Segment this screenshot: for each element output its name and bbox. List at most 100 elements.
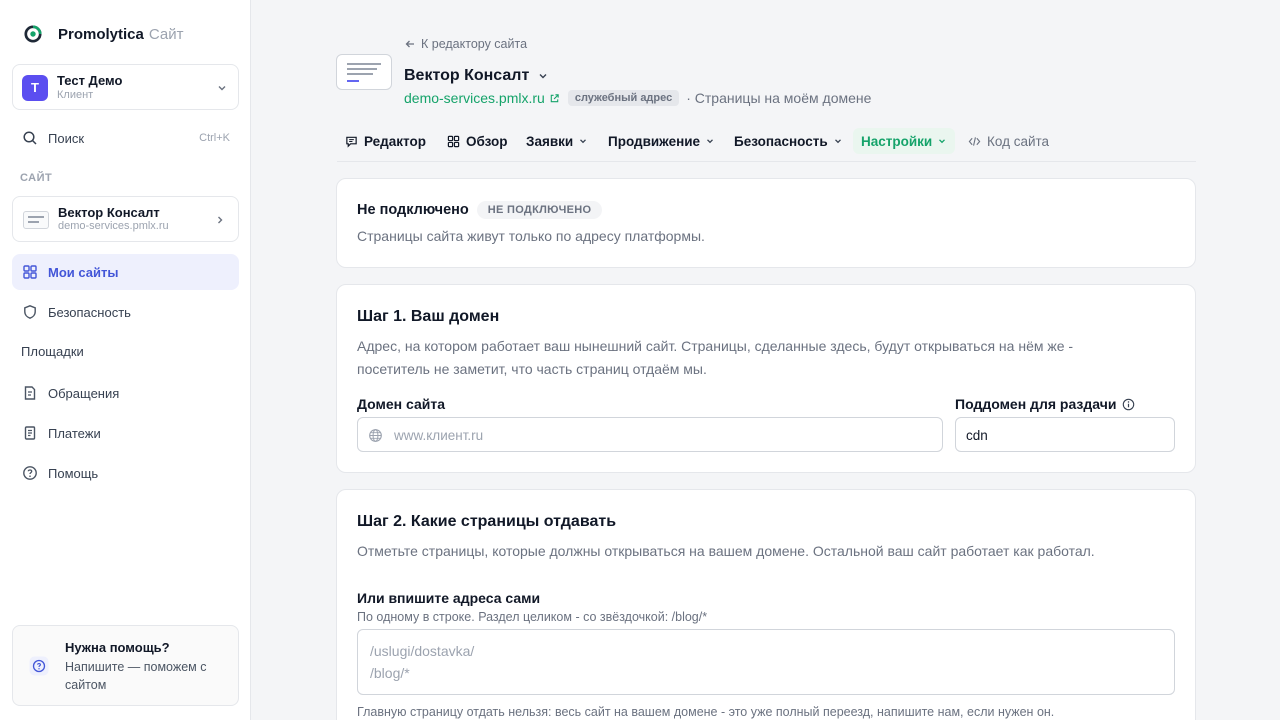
subdomain-field-label: Поддомен для раздачи (955, 396, 1135, 412)
help-card[interactable]: Нужна помощь? Напишите — поможем с сайто… (12, 625, 239, 706)
step1-domain-card: Шаг 1. Ваш домен Адрес, на котором работ… (336, 284, 1196, 473)
domain-field-label: Домен сайта (357, 396, 445, 412)
domain-input-placeholder: www.клиент.ru (394, 428, 484, 443)
grid-icon (23, 265, 37, 279)
sidebar-item-security[interactable]: Безопасность (12, 294, 239, 330)
manual-paths-hint: По одному в строке. Раздел целиком - со … (357, 610, 708, 624)
domain-row: demo-services.pmlx.ru служебный адрес · … (404, 90, 871, 106)
help-circle-icon (29, 656, 49, 676)
domain-input[interactable]: www.клиент.ru (357, 417, 943, 452)
site-url: demo-services.pmlx.ru (58, 220, 169, 232)
document-icon (24, 386, 36, 400)
sidebar-item-label: Помощь (48, 466, 99, 481)
brand-suffix: Сайт (148, 25, 184, 43)
textarea-placeholder-line: /blog/* (370, 665, 410, 681)
help-circle-icon (23, 466, 37, 480)
avatar: Т (22, 75, 48, 101)
brand-name: Promolytica (58, 25, 144, 43)
status-title: Не подключено (357, 202, 469, 218)
account-role: Клиент (57, 89, 94, 101)
status-badge: НЕ ПОДКЛЮЧЕНО (476, 201, 603, 219)
sidebar-item-platforms[interactable]: Площадки (21, 344, 84, 359)
section-label-site: САЙТ (20, 172, 53, 184)
arrow-left-icon (405, 40, 414, 48)
info-icon[interactable] (1122, 398, 1135, 411)
back-to-editor-link[interactable]: К редактору сайта (404, 37, 527, 51)
tab-label: Продвижение (608, 133, 701, 149)
tab-label: Безопасность (734, 133, 828, 149)
homepage-footnote: Главную страницу отдать нельзя: весь сай… (357, 705, 1055, 719)
tab-label: Настройки (861, 133, 933, 149)
search-icon (23, 131, 37, 145)
search-shortcut: Ctrl+K (199, 132, 230, 144)
tab-requests[interactable]: Заявки (518, 128, 596, 154)
account-switcher[interactable]: Т Тест Демо Клиент (12, 64, 239, 110)
tab-security[interactable]: Безопасность (726, 128, 851, 154)
subdomain-field-label-text: Поддомен для раздачи (955, 396, 1117, 412)
chevron-down-icon (539, 74, 547, 79)
receipt-icon (24, 426, 36, 440)
back-link-label: К редактору сайта (421, 37, 528, 51)
tab-promotion[interactable]: Продвижение (600, 128, 723, 154)
sidebar-item-label: Мои сайты (48, 265, 119, 280)
tab-label: Заявки (526, 133, 574, 149)
connection-status-card: Не подключено НЕ ПОДКЛЮЧЕНО Страницы сай… (336, 178, 1196, 268)
tab-label: Код сайта (987, 133, 1050, 149)
domain-field-label-text: Домен сайта (357, 396, 445, 412)
chevron-right-icon (218, 216, 223, 224)
site-switcher[interactable]: Вектор Консалт (404, 67, 549, 85)
chevron-down-icon (218, 86, 226, 91)
chevron-down-icon (834, 139, 841, 144)
brand-logo-icon (24, 25, 42, 43)
sidebar-item-payments[interactable]: Платежи (12, 415, 239, 451)
shield-icon (24, 305, 36, 319)
search-button[interactable]: Поиск Ctrl+K (12, 124, 239, 152)
chat-icon (346, 136, 357, 148)
sidebar-item-label: Безопасность (48, 305, 131, 320)
status-description: Страницы сайта живут только по адресу пл… (357, 228, 705, 244)
sidebar-item-help[interactable]: Помощь (12, 455, 239, 491)
page-title: Вектор Консалт (404, 67, 530, 84)
domain-extra: · Страницы на моём домене (686, 90, 872, 106)
step2-pages-card: Шаг 2. Какие страницы отдавать Отметьте … (336, 489, 1196, 720)
current-site-card[interactable]: Вектор Консалт demo-services.pmlx.ru (12, 196, 239, 242)
help-title: Нужна помощь? (65, 640, 170, 655)
sidebar-item-my-sites[interactable]: Мои сайты (12, 254, 239, 290)
status-row: Не подключено НЕ ПОДКЛЮЧЕНО (357, 201, 603, 219)
subdomain-input[interactable]: cdn (955, 417, 1175, 452)
sidebar-item-label: Платежи (48, 426, 101, 441)
step2-description: Отметьте страницы, которые должны открыв… (357, 543, 1095, 559)
tab-label: Обзор (466, 133, 508, 149)
tab-overview[interactable]: Обзор (439, 128, 516, 154)
tab-label: Редактор (364, 133, 426, 149)
search-label: Поиск (48, 131, 85, 146)
sidebar-item-requests[interactable]: Обращения (12, 375, 239, 411)
help-text: Напишите — поможем с сайтом (65, 660, 207, 692)
grid-icon (447, 135, 460, 147)
site-tabs: Редактор Обзор Заявки Продвижение Безопа… (337, 126, 1196, 162)
site-domain-link[interactable]: demo-services.pmlx.ru (404, 90, 545, 106)
tab-settings[interactable]: Настройки (853, 128, 956, 154)
tab-editor[interactable]: Редактор (337, 128, 434, 154)
globe-icon (369, 429, 382, 442)
chevron-down-icon (707, 139, 714, 144)
manual-paths-label: Или впишите адреса сами (357, 590, 540, 606)
sidebar-item-label: Обращения (48, 386, 120, 401)
subdomain-input-value: cdn (966, 428, 988, 443)
external-link-icon[interactable] (549, 93, 560, 104)
site-thumbnail (23, 211, 49, 229)
chevron-down-icon (580, 139, 587, 144)
step1-title: Шаг 1. Ваш домен (357, 308, 500, 325)
manual-paths-textarea[interactable]: /uslugi/dostavka/ /blog/* (357, 629, 1175, 695)
chevron-down-icon (939, 139, 946, 144)
step1-description: Адрес, на котором работает ваш нынешний … (357, 338, 1074, 377)
account-name: Тест Демо (57, 73, 123, 88)
tab-site-code[interactable]: Код сайта (960, 128, 1057, 154)
site-preview-thumbnail[interactable] (336, 54, 392, 90)
manual-paths-label-text: Или впишите адреса сами (357, 590, 541, 606)
brand[interactable]: Promolytica Сайт (24, 24, 183, 44)
service-address-badge: служебный адрес (567, 90, 680, 106)
code-icon (968, 136, 981, 146)
textarea-placeholder-line: /uslugi/dostavka/ (370, 643, 475, 659)
site-name: Вектор Консалт (58, 205, 160, 220)
